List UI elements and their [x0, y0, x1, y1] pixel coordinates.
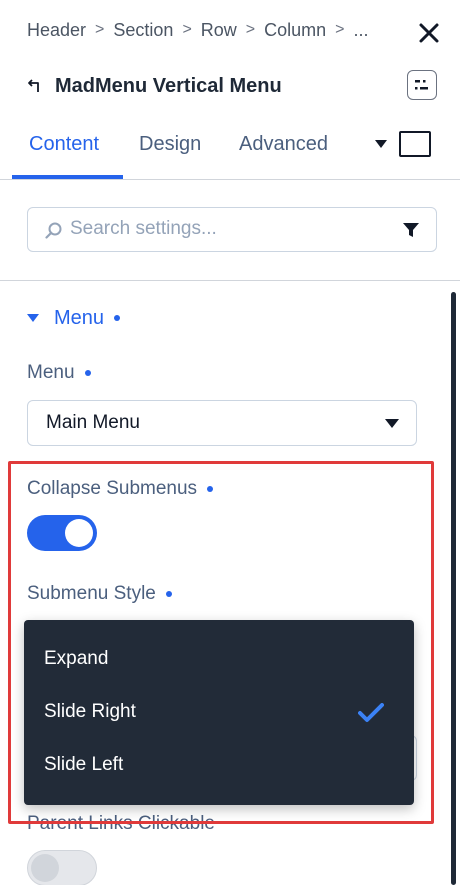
toggle-knob	[65, 519, 93, 547]
collapse-submenus-toggle[interactable]	[27, 515, 97, 551]
modified-dot	[207, 486, 214, 492]
chevron-right-icon: >	[95, 21, 105, 38]
chevron-right-icon: >	[182, 21, 192, 38]
modified-dot	[165, 591, 172, 597]
field-label: Collapse Submenus	[27, 478, 198, 499]
breadcrumb-item-section[interactable]: Section	[113, 20, 173, 41]
tab-advanced[interactable]: Advanced	[239, 133, 328, 156]
menu-select[interactable]: Main Menu	[27, 400, 417, 446]
modified-dot	[114, 315, 121, 321]
submenu-style-dropdown: Expand Slide Right Slide Left	[24, 620, 414, 805]
chevron-right-icon: >	[245, 21, 256, 38]
field-label: Submenu Style	[27, 583, 156, 604]
dropdown-option-expand[interactable]: Expand	[44, 648, 108, 670]
breadcrumb-item-row[interactable]: Row	[201, 20, 237, 41]
dropdown-option-slide-left[interactable]: Slide Left	[44, 754, 123, 776]
dropdown-option-slide-right[interactable]: Slide Right	[44, 701, 136, 723]
search-input[interactable]	[70, 208, 390, 250]
close-button[interactable]	[416, 20, 442, 46]
search-icon	[45, 222, 62, 239]
filter-icon[interactable]	[402, 222, 420, 238]
caret-down-icon[interactable]	[374, 139, 388, 149]
section-header-menu[interactable]: Menu	[27, 305, 121, 331]
breadcrumb-item-column[interactable]: Column	[264, 20, 326, 41]
modified-dot	[84, 370, 91, 376]
parent-links-clickable-label: Parent Links Clickable	[27, 812, 215, 836]
section-title: Menu	[54, 306, 105, 329]
field-label: Menu	[27, 362, 75, 383]
tab-bar: Content Design Advanced	[0, 125, 460, 180]
chevron-right-icon: >	[335, 21, 345, 38]
close-icon	[419, 23, 439, 43]
breadcrumb: Header > Section > Row > Column > ...	[27, 18, 369, 42]
search-box	[27, 207, 437, 252]
breadcrumb-item-header[interactable]: Header	[27, 20, 86, 41]
menu-label: Menu	[27, 361, 91, 385]
menu-select-value: Main Menu	[46, 412, 140, 433]
tab-content[interactable]: Content	[29, 133, 99, 156]
title-row: MadMenu Vertical Menu	[27, 72, 282, 100]
caret-down-icon	[27, 314, 39, 322]
active-tab-indicator	[12, 175, 123, 179]
checkmark-icon	[358, 703, 384, 722]
breadcrumb-overflow[interactable]: ...	[354, 20, 369, 41]
parent-links-clickable-toggle[interactable]	[27, 850, 97, 885]
submenu-style-label: Submenu Style	[27, 582, 172, 606]
collapse-submenus-label: Collapse Submenus	[27, 477, 214, 501]
caret-down-icon	[385, 419, 399, 428]
page-title: MadMenu Vertical Menu	[55, 74, 282, 97]
toggle-knob	[31, 854, 59, 882]
layout-toggle-button[interactable]	[407, 70, 437, 100]
tab-design[interactable]: Design	[139, 133, 201, 156]
panel-layout-button[interactable]	[399, 131, 431, 157]
sliders-icon	[415, 80, 428, 90]
back-arrow-icon[interactable]	[27, 78, 43, 94]
field-label: Parent Links Clickable	[27, 813, 215, 834]
divider	[0, 280, 460, 281]
scrollbar[interactable]	[451, 292, 456, 885]
